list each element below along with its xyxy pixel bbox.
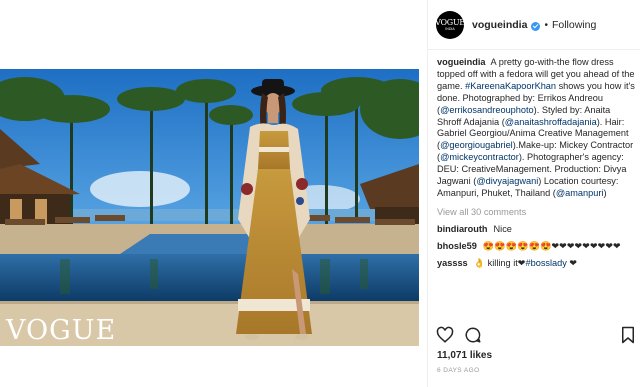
comment-username[interactable]: yassss [437, 258, 468, 268]
comment-username[interactable]: bindiarouth [437, 224, 488, 234]
comments-list: vogueindia A pretty go-with-the flow dre… [437, 57, 635, 322]
comment-item: bindiarouth Nice [437, 224, 635, 236]
mention-link[interactable]: @errikosandreouphoto [440, 105, 534, 115]
header-separator: • [544, 19, 548, 31]
heart-icon[interactable] [436, 326, 454, 344]
post-header: VOGUE INDIA vogueindia • Following [435, 10, 636, 40]
hashtag-link[interactable]: #bosslady [526, 258, 567, 268]
post-timestamp: 6 DAYS AGO [437, 367, 480, 374]
bookmark-icon[interactable] [620, 326, 636, 344]
vogue-watermark: VOGUE [5, 315, 116, 346]
header-divider [428, 49, 640, 50]
post-actions-bar [436, 326, 636, 344]
avatar-logo-subtext: INDIA [445, 26, 455, 31]
header-username[interactable]: vogueindia [472, 19, 527, 31]
comment-icon[interactable] [464, 326, 482, 344]
comment-text: 👌 killing it❤ [473, 257, 526, 268]
comment-username[interactable]: bhosle59 [437, 241, 477, 251]
view-all-comments-link[interactable]: View all 30 comments [437, 207, 635, 219]
mention-link[interactable]: @georgiougabriel [440, 140, 513, 150]
caption-username[interactable]: vogueindia [437, 57, 486, 67]
caption-text: ) [603, 187, 607, 198]
fashion-photo-image: VOGUE [0, 69, 419, 346]
post-media-area: VOGUE [0, 0, 427, 387]
verified-badge-icon [531, 21, 541, 31]
post-photo[interactable]: VOGUE [0, 69, 419, 346]
mention-link[interactable]: @amanpuri [556, 188, 604, 198]
following-button[interactable]: Following [552, 19, 596, 31]
comment-text: Nice [493, 223, 512, 234]
avatar-logo-text: VOGUE [435, 17, 465, 27]
comment-item: yassss 👌 killing it❤#bosslady ❤ [437, 258, 635, 270]
post-sidebar: VOGUE INDIA vogueindia • Following vogue… [427, 0, 640, 387]
comment-item: bhosle59 😍😍😍😍😍😍❤❤❤❤❤❤❤❤❤ [437, 241, 635, 253]
comment-text: ❤ [566, 257, 578, 268]
hashtag-link[interactable]: #KareenaKapoorKhan [465, 81, 556, 91]
avatar[interactable]: VOGUE INDIA [435, 11, 465, 39]
post-caption: vogueindia A pretty go-with-the flow dre… [437, 57, 635, 200]
mention-link[interactable]: @mickeycontractor [440, 152, 519, 162]
mention-link[interactable]: @divyajagwani [476, 176, 538, 186]
likes-count[interactable]: 11,071 likes [437, 350, 492, 361]
comment-text: 😍😍😍😍😍😍❤❤❤❤❤❤❤❤❤ [482, 240, 621, 251]
mention-link[interactable]: @anaitashroffadajania [505, 117, 597, 127]
